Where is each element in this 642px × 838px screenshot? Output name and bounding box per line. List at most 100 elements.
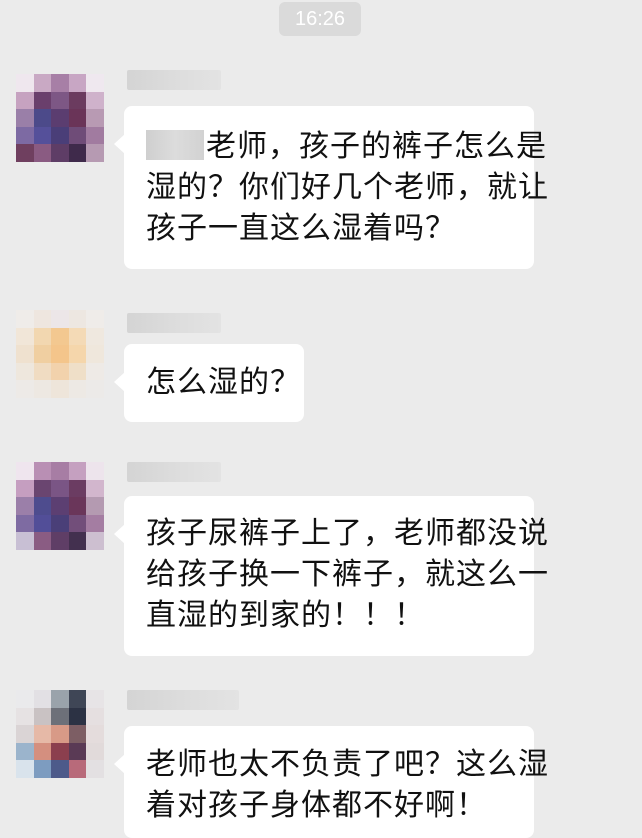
avatar-pixel — [86, 497, 104, 515]
avatar-pixel — [16, 327, 34, 346]
avatar-pixel — [51, 74, 69, 92]
avatar-pixel — [68, 144, 87, 162]
avatar-pixel — [51, 327, 69, 346]
avatar-pixel — [33, 74, 52, 92]
avatar-pixel — [33, 144, 52, 162]
avatar-pixel — [16, 91, 34, 110]
avatar-pixel — [51, 479, 69, 498]
avatar[interactable] — [16, 74, 104, 162]
avatar-pixel — [68, 479, 87, 498]
avatar-pixel — [68, 91, 87, 110]
avatar-pixel — [68, 109, 87, 127]
avatar-pixel — [33, 345, 52, 363]
message-bubble[interactable]: 怎么湿的？ — [114, 344, 304, 422]
avatar-pixel — [16, 126, 34, 145]
avatar-pixel — [68, 532, 87, 550]
avatar-pixel — [16, 74, 34, 92]
message-bubble[interactable]: 老师也太不负责了吧？这么湿 着对孩子身体都不好啊！ — [114, 726, 549, 838]
avatar-pixel — [51, 144, 69, 162]
avatar-pixel — [51, 380, 69, 398]
message-line: 着对孩子身体都不好啊！ — [146, 788, 487, 823]
avatar-pixel — [16, 310, 34, 328]
message-line: 怎么湿的？ — [146, 365, 301, 400]
avatar-pixel — [16, 362, 34, 381]
avatar-pixel — [86, 690, 104, 708]
avatar-pixel — [51, 462, 69, 480]
avatar-pixel — [51, 91, 69, 110]
avatar[interactable] — [16, 690, 104, 778]
message-bubble[interactable]: 老师，孩子的裤子怎么是 湿的？你们好几个老师，就让 孩子一直这么湿着吗？ — [114, 106, 549, 269]
avatar-pixel — [51, 532, 69, 550]
avatar[interactable] — [16, 310, 104, 398]
avatar-pixel — [68, 462, 87, 480]
avatar-pixel — [16, 742, 34, 761]
message-line: 老师，孩子的裤子怎么是 — [146, 126, 546, 167]
sender-name-redacted — [127, 462, 221, 482]
avatar-pixel — [86, 91, 104, 110]
avatar-pixel — [33, 479, 52, 498]
avatar-pixel — [68, 497, 87, 515]
avatar[interactable] — [16, 462, 104, 550]
avatar-pixel — [16, 725, 34, 743]
avatar-pixel — [33, 327, 52, 346]
avatar-pixel — [33, 760, 52, 778]
avatar-pixel — [16, 497, 34, 515]
avatar-pixel — [33, 362, 52, 381]
chat-timestamp: 16:26 — [279, 2, 361, 36]
avatar-pixel — [33, 310, 52, 328]
avatar-pixel — [86, 327, 104, 346]
avatar-pixel — [16, 144, 34, 162]
message-bubble[interactable]: 孩子尿裤子上了，老师都没说 给孩子换一下裤子，就这么一 直湿的到家的！！！ — [114, 496, 549, 656]
avatar-pixel — [68, 74, 87, 92]
avatar-pixel — [68, 380, 87, 398]
avatar-pixel — [86, 310, 104, 328]
avatar-pixel — [33, 497, 52, 515]
message-line: 老师也太不负责了吧？这么湿 — [146, 747, 549, 782]
avatar-pixel — [33, 742, 52, 761]
avatar-pixel — [86, 126, 104, 145]
redacted-name-block — [146, 130, 204, 160]
avatar-pixel — [51, 514, 69, 533]
avatar-pixel — [33, 126, 52, 145]
avatar-pixel — [16, 109, 34, 127]
avatar-pixel — [68, 345, 87, 363]
avatar-pixel — [68, 725, 87, 743]
avatar-pixel — [33, 109, 52, 127]
avatar-pixel — [86, 362, 104, 381]
avatar-pixel — [86, 345, 104, 363]
avatar-pixel — [33, 380, 52, 398]
avatar-pixel — [86, 760, 104, 778]
avatar-pixel — [51, 497, 69, 515]
avatar-pixel — [68, 327, 87, 346]
avatar-pixel — [16, 707, 34, 726]
avatar-pixel — [16, 380, 34, 398]
message-line: 给孩子换一下裤子，就这么一 — [146, 557, 549, 592]
avatar-pixel — [86, 144, 104, 162]
sender-name-redacted — [127, 313, 221, 333]
avatar-pixel — [16, 532, 34, 550]
avatar-pixel — [16, 514, 34, 533]
message-line: 湿的？你们好几个老师，就让 — [146, 170, 549, 205]
avatar-pixel — [68, 760, 87, 778]
avatar-pixel — [68, 362, 87, 381]
avatar-pixel — [51, 707, 69, 726]
avatar-pixel — [33, 690, 52, 708]
avatar-pixel — [33, 91, 52, 110]
sender-name-redacted — [127, 70, 221, 90]
avatar-pixel — [86, 514, 104, 533]
avatar-pixel — [33, 707, 52, 726]
message-line: 孩子尿裤子上了，老师都没说 — [146, 516, 549, 551]
avatar-pixel — [51, 742, 69, 761]
sender-name-redacted — [127, 690, 239, 710]
avatar-pixel — [33, 725, 52, 743]
avatar-pixel — [68, 742, 87, 761]
avatar-pixel — [51, 760, 69, 778]
avatar-pixel — [68, 310, 87, 328]
avatar-pixel — [33, 514, 52, 533]
avatar-pixel — [51, 362, 69, 381]
avatar-pixel — [33, 462, 52, 480]
avatar-pixel — [16, 345, 34, 363]
avatar-pixel — [86, 109, 104, 127]
avatar-pixel — [86, 532, 104, 550]
avatar-pixel — [51, 725, 69, 743]
